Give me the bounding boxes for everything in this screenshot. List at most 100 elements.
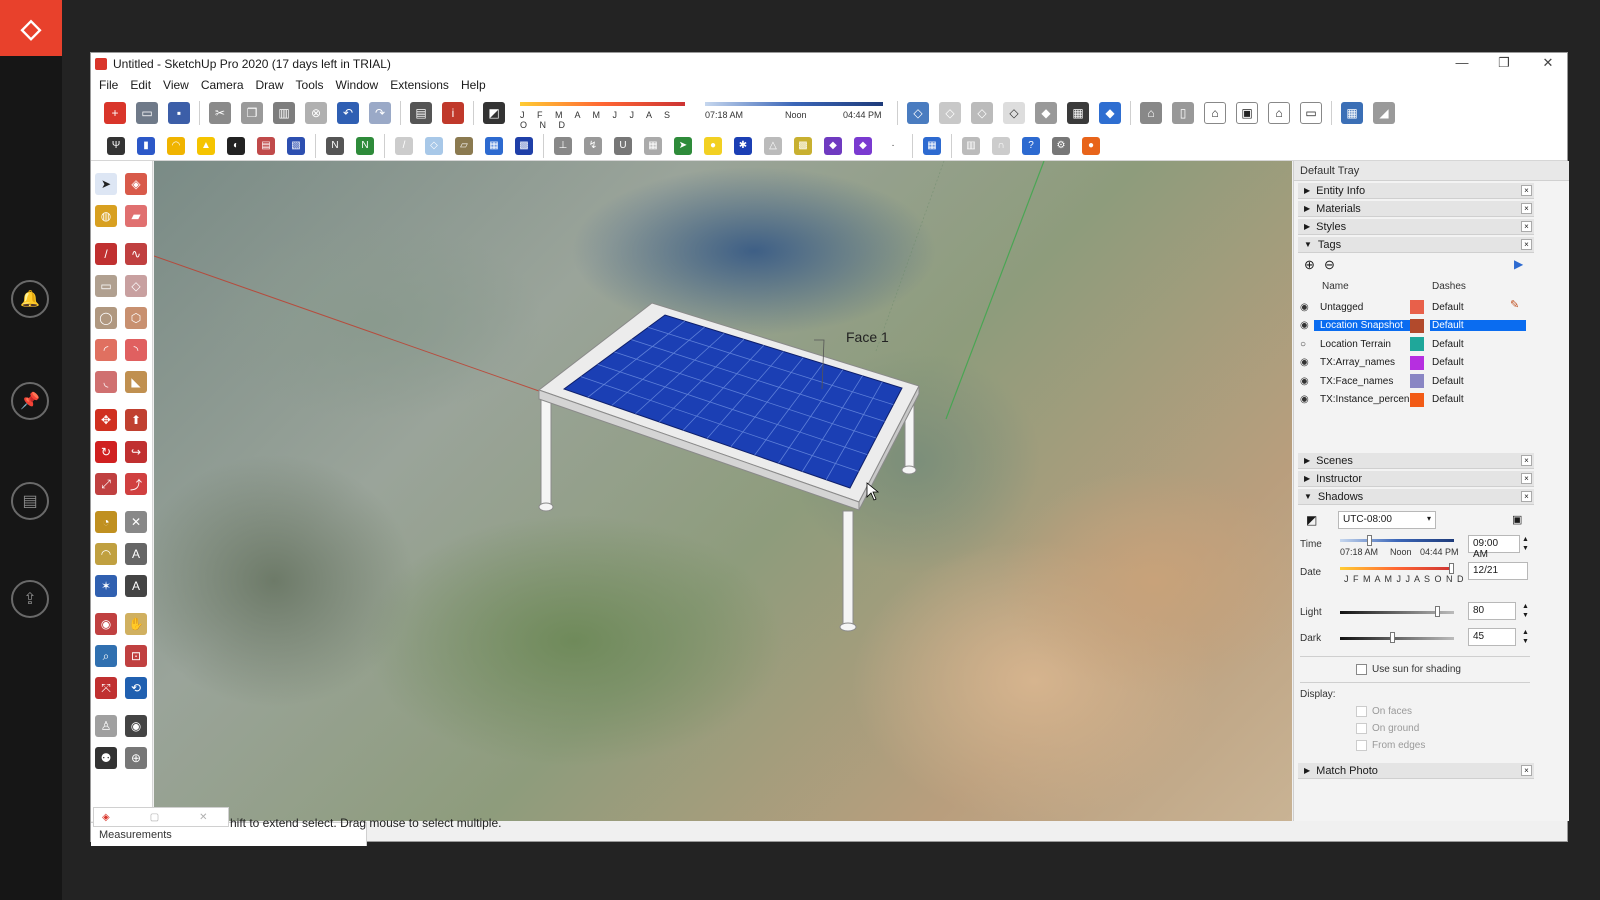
freehand-icon[interactable]: ∿	[125, 243, 147, 265]
export-grid-icon[interactable]: ▦	[923, 136, 941, 155]
shadow-toggle-icon[interactable]: ◩	[483, 102, 505, 124]
tag-color-swatch[interactable]	[1410, 318, 1424, 333]
arch-icon[interactable]: ∩	[992, 136, 1010, 155]
purple-panel-2-icon[interactable]: ◆	[854, 136, 872, 155]
tag-color-swatch[interactable]	[1410, 355, 1424, 370]
rotate-icon[interactable]: ↻	[95, 441, 117, 463]
edit-pencil-icon[interactable]: ✎	[1510, 298, 1519, 311]
wireframe-icon[interactable]: ◇	[971, 102, 993, 124]
visibility-eye-icon[interactable]: ◉	[1300, 376, 1314, 387]
open-folder-icon[interactable]: ▭	[136, 102, 158, 124]
dimension-icon[interactable]: ✕	[125, 511, 147, 533]
menu-extensions[interactable]: Extensions	[384, 78, 455, 92]
left-view-icon[interactable]: ▭	[1300, 102, 1322, 124]
front-view-icon[interactable]: ⌂	[1204, 102, 1226, 124]
add-tag-icon[interactable]: ⊕	[1304, 257, 1315, 273]
dark-slider-knob[interactable]	[1390, 632, 1395, 643]
zoom-extents-icon[interactable]: ⤧	[95, 677, 117, 699]
pin-icon[interactable]: 📌	[11, 382, 49, 420]
cut-icon[interactable]: ✂	[209, 102, 231, 124]
user-icon[interactable]: ✕	[199, 812, 207, 823]
protractor-icon[interactable]: ◠	[95, 543, 117, 565]
visibility-eye-icon[interactable]: ◉	[1300, 357, 1314, 368]
menu-camera[interactable]: Camera	[195, 78, 250, 92]
north-green-icon[interactable]: N	[356, 136, 374, 155]
close-icon[interactable]: ×	[1521, 185, 1532, 196]
panel-tags[interactable]: ▼ Tags ×	[1298, 237, 1534, 253]
module-grid-icon[interactable]: ▩	[515, 136, 533, 155]
eraser-icon[interactable]: ▰	[125, 205, 147, 227]
screen-share-icon[interactable]: ⇪	[11, 580, 49, 618]
close-icon[interactable]: ×	[1521, 221, 1532, 232]
plane-icon[interactable]: ➤	[674, 136, 692, 155]
pen-icon[interactable]: /	[395, 136, 413, 155]
time-slider-knob[interactable]	[1367, 535, 1372, 546]
shadow-toggle-icon[interactable]: ◩	[1306, 513, 1317, 527]
tag-dash-style[interactable]: Default	[1430, 339, 1526, 350]
circle-icon[interactable]: ◯	[95, 307, 117, 329]
dark-spinner-icon[interactable]: ▲ ▼	[1522, 628, 1529, 646]
dark-input[interactable]: 45	[1468, 628, 1516, 646]
move-icon[interactable]: ✥	[95, 409, 117, 431]
close-icon[interactable]: ×	[1521, 765, 1532, 776]
panel-match-photo[interactable]: ▶ Match Photo ×	[1298, 763, 1534, 779]
hidden-line-icon[interactable]: ◇	[1003, 102, 1025, 124]
undo-icon[interactable]: ↶	[337, 102, 359, 124]
paste-icon[interactable]: ▥	[273, 102, 295, 124]
menu-view[interactable]: View	[157, 78, 195, 92]
new-file-icon[interactable]: +	[104, 102, 126, 124]
expand-shadow-panel-icon[interactable]: ▣	[1512, 513, 1522, 526]
erase-selection-icon[interactable]: ⊗	[305, 102, 327, 124]
sun-icon[interactable]: ●	[704, 136, 722, 155]
tag-row[interactable]: ○ Location Terrain Default	[1300, 335, 1532, 353]
close-button[interactable]: ✕	[1533, 55, 1563, 71]
grid-layout-icon[interactable]: ▧	[287, 136, 305, 155]
moon-phase-icon[interactable]: ◐	[227, 136, 245, 155]
zoom-icon[interactable]: ⌕	[95, 645, 117, 667]
table-grid-icon[interactable]: ▦	[644, 136, 662, 155]
shaded-icon[interactable]: ◆	[1035, 102, 1057, 124]
utm-icon[interactable]: U	[614, 136, 632, 155]
print-icon[interactable]: ▤	[410, 102, 432, 124]
offset-icon[interactable]: ⤴	[125, 473, 147, 495]
face-select-icon[interactable]: ◇	[425, 136, 443, 155]
xray-icon[interactable]: ◇	[907, 102, 929, 124]
back-edges-icon[interactable]: ◇	[939, 102, 961, 124]
back-view-icon[interactable]: ⌂	[1268, 102, 1290, 124]
menu-tools[interactable]: Tools	[290, 78, 330, 92]
section-plane-icon[interactable]: ⊕	[125, 747, 147, 769]
visibility-eye-icon[interactable]: ◉	[1300, 320, 1314, 331]
database-icon[interactable]: ▥	[962, 136, 980, 155]
tag-dash-style[interactable]: Default	[1430, 320, 1526, 331]
rectangle-icon[interactable]: ▭	[95, 275, 117, 297]
dot-icon[interactable]: ·	[884, 136, 902, 155]
orange-badge-icon[interactable]: ●	[1082, 136, 1100, 155]
remove-tag-icon[interactable]: ⊖	[1324, 257, 1335, 273]
pan-hand-icon[interactable]: ✋	[125, 613, 147, 635]
position-camera-icon[interactable]: ♙	[95, 715, 117, 737]
copy-icon[interactable]: ❐	[241, 102, 263, 124]
model-viewport[interactable]: Face 1	[154, 161, 1292, 821]
zoom-window-icon[interactable]: ⊡	[125, 645, 147, 667]
light-slider-knob[interactable]	[1435, 606, 1440, 617]
report-icon[interactable]: ▤	[257, 136, 275, 155]
from-edges-checkbox[interactable]	[1356, 740, 1367, 751]
irradiance-icon[interactable]: ✱	[734, 136, 752, 155]
terrain-icon[interactable]: △	[764, 136, 782, 155]
close-icon[interactable]: ×	[1521, 239, 1532, 250]
text-icon[interactable]: A	[125, 543, 147, 565]
tag-dash-style[interactable]: Default	[1430, 357, 1526, 368]
look-around-icon[interactable]: ◉	[125, 715, 147, 737]
scale-icon[interactable]: ⤢	[95, 473, 117, 495]
menu-file[interactable]: File	[93, 78, 124, 92]
panel-styles[interactable]: ▶ Styles ×	[1298, 219, 1534, 235]
visibility-eye-icon[interactable]: ◉	[1300, 302, 1314, 313]
north-arrow-icon[interactable]: N	[326, 136, 344, 155]
shadow-time-slider[interactable]: 07:18 AM Noon 04:44 PM	[705, 100, 885, 126]
right-view-icon[interactable]: ▣	[1236, 102, 1258, 124]
timezone-select[interactable]: UTC-08:00 ▾	[1338, 511, 1436, 529]
select-arrow-icon[interactable]: ➤	[95, 173, 117, 195]
geo-location-icon[interactable]: ▦	[1341, 102, 1363, 124]
line-pencil-icon[interactable]: /	[95, 243, 117, 265]
close-icon[interactable]: ×	[1521, 491, 1532, 502]
